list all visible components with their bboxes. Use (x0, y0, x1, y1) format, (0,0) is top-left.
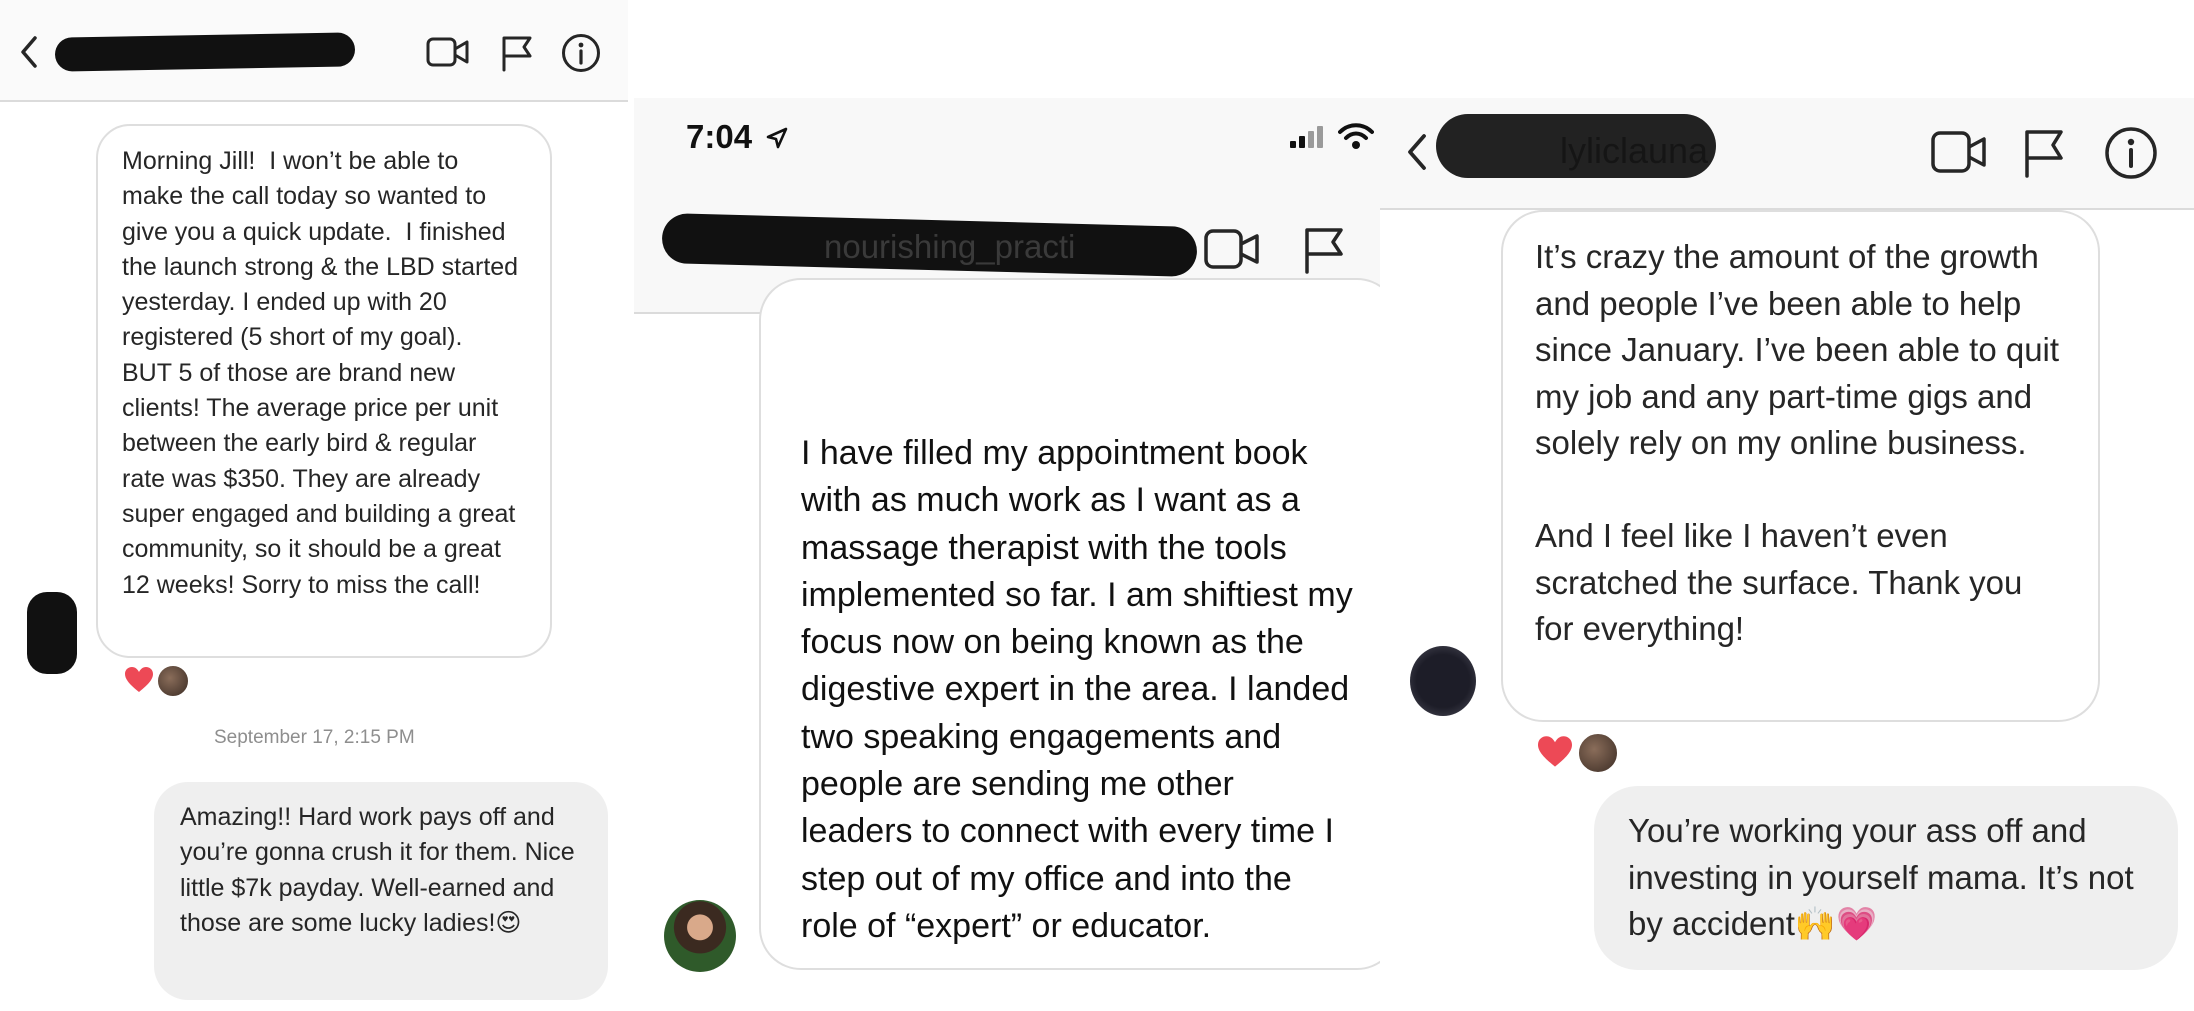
dm-panel-3: lyliclauna It’s crazy the amount of the … (1380, 98, 2194, 1011)
cellular-signal-icon (1290, 126, 1323, 148)
info-icon[interactable] (2104, 126, 2158, 180)
flag-icon[interactable] (500, 34, 534, 72)
info-icon[interactable] (561, 33, 601, 73)
flag-icon[interactable] (2022, 127, 2066, 179)
redacted-avatar (27, 592, 77, 674)
sender-avatar (664, 900, 736, 972)
video-camera-icon[interactable] (426, 36, 470, 68)
reactor-avatar (1577, 732, 1619, 774)
chat-header: lyliclauna (1380, 98, 2194, 210)
location-arrow-icon (766, 127, 788, 149)
reactor-avatar (156, 664, 190, 698)
chat-username: nourishing_practi (824, 228, 1076, 265)
redacted-header-profile (1436, 114, 1716, 178)
wifi-icon (1338, 123, 1374, 149)
chat-header (0, 0, 628, 102)
heart-reaction-icon (1538, 736, 1572, 767)
incoming-message[interactable]: Morning Jill! I won’t be able to make th… (96, 124, 552, 658)
status-time: 7:04 (686, 118, 753, 155)
outgoing-message[interactable]: Amazing!! Hard work pays off and you’re … (154, 782, 608, 1000)
dm-panel-2: 7:04 nourishing_practi I have filled my … (634, 98, 1380, 1011)
timestamp: September 17, 2:15 PM (214, 727, 415, 748)
dm-panel-1: Morning Jill! I won’t be able to make th… (0, 0, 628, 1011)
video-camera-icon[interactable] (1204, 228, 1260, 270)
chevron-left-icon[interactable] (1404, 132, 1430, 172)
heart-reaction-icon (125, 667, 153, 692)
chevron-left-icon[interactable] (18, 34, 40, 70)
flag-icon[interactable] (1302, 225, 1346, 275)
outgoing-message[interactable]: You’re working your ass off and investin… (1594, 786, 2178, 970)
redacted-avatar (1410, 646, 1476, 716)
incoming-message[interactable]: It’s crazy the amount of the growth and … (1501, 210, 2100, 722)
incoming-message[interactable]: I have filled my appointment book with a… (759, 278, 1380, 970)
redacted-username (54, 32, 356, 72)
video-camera-icon[interactable] (1931, 130, 1987, 174)
